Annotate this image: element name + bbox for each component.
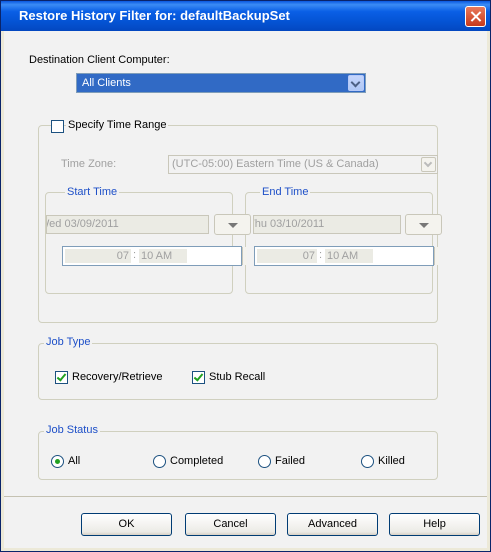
start-time-legend: Start Time: [65, 186, 120, 198]
end-time-minute-ampm[interactable]: 10 AM: [325, 249, 373, 263]
destination-label: Destination Client Computer:: [29, 54, 170, 66]
job-type-legend: Job Type: [44, 336, 93, 348]
restore-history-filter-dialog: Restore History Filter for: defaultBacku…: [0, 0, 491, 552]
status-all-label: All: [68, 455, 81, 467]
time-zone-value: (UTC-05:00) Eastern Time (US & Canada): [172, 158, 379, 170]
job-status-legend: Job Status: [44, 424, 100, 436]
end-time-field[interactable]: 07 : 10 AM: [254, 246, 434, 266]
time-zone-chevron-down-icon[interactable]: [421, 157, 436, 172]
chevron-down-icon[interactable]: [348, 75, 364, 91]
start-time-minute-ampm[interactable]: 10 AM: [139, 249, 187, 263]
status-all-radio[interactable]: [51, 455, 64, 468]
start-time-colon: :: [133, 249, 137, 261]
start-time-group: [45, 192, 233, 294]
recovery-retrieve-checkbox[interactable]: [55, 371, 68, 384]
title-bar[interactable]: Restore History Filter for: defaultBacku…: [1, 1, 490, 31]
time-zone-select[interactable]: (UTC-05:00) Eastern Time (US & Canada): [168, 155, 438, 174]
recovery-retrieve-label: Recovery/Retrieve: [72, 371, 163, 383]
end-time-group: [245, 192, 433, 294]
cancel-button[interactable]: Cancel: [185, 513, 276, 536]
end-date-field[interactable]: Thu 03/10/2011: [253, 215, 401, 234]
start-date-value: Wed 03/09/2011: [46, 218, 119, 230]
start-time-hour[interactable]: 07: [107, 249, 131, 263]
start-date-dropdown-button[interactable]: [214, 214, 251, 235]
start-date-field[interactable]: Wed 03/09/2011: [46, 215, 209, 234]
end-time-hour[interactable]: 07: [293, 249, 317, 263]
specify-time-range-label: Specify Time Range: [66, 119, 169, 131]
status-completed-label: Completed: [170, 455, 224, 467]
status-killed-radio[interactable]: [361, 455, 374, 468]
status-failed-radio[interactable]: [258, 455, 271, 468]
ok-button[interactable]: OK: [81, 513, 172, 536]
end-time-blank-seg: [257, 249, 293, 263]
end-date-dropdown-button[interactable]: [405, 214, 442, 235]
status-failed-label: Failed: [275, 455, 305, 467]
destination-client-value: All Clients: [82, 77, 131, 89]
end-date-chevron-down-icon: [418, 222, 429, 228]
start-date-chevron-down-icon: [227, 222, 238, 228]
start-time-spinner[interactable]: [242, 247, 247, 265]
start-time-field[interactable]: 07 : 10 AM: [62, 246, 242, 266]
status-killed-label: Killed: [378, 455, 405, 467]
end-time-legend: End Time: [260, 186, 311, 198]
end-time-spinner[interactable]: [434, 247, 439, 265]
stub-recall-label: Stub Recall: [209, 371, 266, 383]
button-separator: [4, 496, 487, 497]
end-date-value: Thu 03/10/2011: [253, 218, 325, 230]
end-time-colon: :: [319, 249, 323, 261]
destination-client-select[interactable]: All Clients: [76, 73, 366, 93]
help-button[interactable]: Help: [389, 513, 480, 536]
time-zone-label: Time Zone:: [61, 158, 117, 170]
advanced-button[interactable]: Advanced: [287, 513, 378, 536]
start-time-blank-seg: [65, 249, 107, 263]
specify-time-range-checkbox[interactable]: [51, 120, 64, 133]
close-icon[interactable]: [465, 6, 486, 27]
status-completed-radio[interactable]: [153, 455, 166, 468]
stub-recall-checkbox[interactable]: [192, 371, 205, 384]
window-title: Restore History Filter for: defaultBacku…: [19, 8, 290, 23]
dialog-body: Destination Client Computer: All Clients…: [4, 31, 487, 548]
